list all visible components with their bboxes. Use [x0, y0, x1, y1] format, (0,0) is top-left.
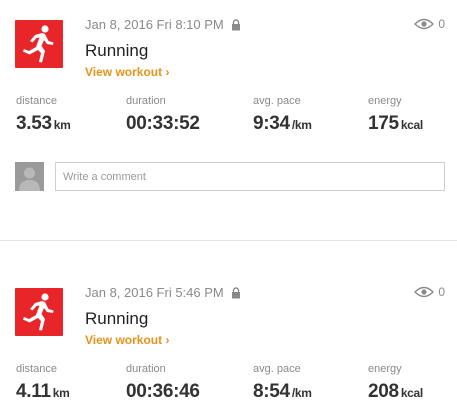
views-count: 0: [438, 17, 445, 31]
activity-title: Running: [85, 309, 149, 328]
lock-icon: [231, 18, 240, 30]
stat-value: 8:54/km: [253, 381, 312, 402]
stat-label: distance: [16, 95, 57, 107]
stat-label: duration: [126, 95, 166, 107]
stat-label: distance: [16, 363, 57, 375]
workout-datetime: Jan 8, 2016 Fri 5:46 PM: [85, 285, 241, 300]
stat-label: avg. pace: [253, 363, 301, 375]
stat-duration: duration 00:33:52: [126, 95, 200, 135]
stat-pace: avg. pace 9:34/km: [253, 95, 312, 135]
stat-pace: avg. pace 8:54/km: [253, 363, 312, 403]
workout-datetime: Jan 8, 2016 Fri 8:10 PM: [85, 17, 241, 32]
stat-distance: distance 4.11 km: [16, 363, 70, 403]
running-person-icon[interactable]: [15, 20, 63, 68]
workout-date: Jan 8, 2016 Fri 8:10 PM: [85, 17, 224, 32]
stat-value: 175 kcal: [368, 113, 423, 134]
stat-distance: distance 3.53 km: [16, 95, 71, 135]
stat-energy: energy 175 kcal: [368, 95, 423, 135]
stat-label: energy: [368, 363, 402, 375]
divider: [0, 240, 457, 241]
stat-duration: duration 00:36:46: [126, 363, 200, 403]
stat-energy: energy 208 kcal: [368, 363, 423, 403]
eye-icon: [414, 286, 435, 298]
stat-value: 00:33:52: [126, 113, 200, 134]
view-workout-link[interactable]: View workout ›: [85, 333, 169, 347]
stat-label: energy: [368, 95, 402, 107]
stat-value: 3.53 km: [16, 113, 71, 134]
activity-title: Running: [85, 41, 149, 60]
views-counter: 0: [414, 17, 445, 31]
lock-icon: [231, 286, 240, 298]
default-avatar-icon: [15, 162, 44, 191]
stat-value: 4.11 km: [16, 381, 70, 402]
stat-label: duration: [126, 363, 166, 375]
stat-value: 00:36:46: [126, 381, 200, 402]
views-counter: 0: [414, 285, 445, 299]
running-person-icon[interactable]: [15, 288, 63, 336]
views-count: 0: [438, 285, 445, 299]
stat-value: 9:34/km: [253, 113, 312, 134]
comment-input[interactable]: [55, 162, 445, 191]
stat-label: avg. pace: [253, 95, 301, 107]
stat-value: 208 kcal: [368, 381, 423, 402]
workout-date: Jan 8, 2016 Fri 5:46 PM: [85, 285, 224, 300]
view-workout-link[interactable]: View workout ›: [85, 65, 169, 79]
eye-icon: [414, 18, 435, 30]
comment-row: [15, 162, 445, 192]
